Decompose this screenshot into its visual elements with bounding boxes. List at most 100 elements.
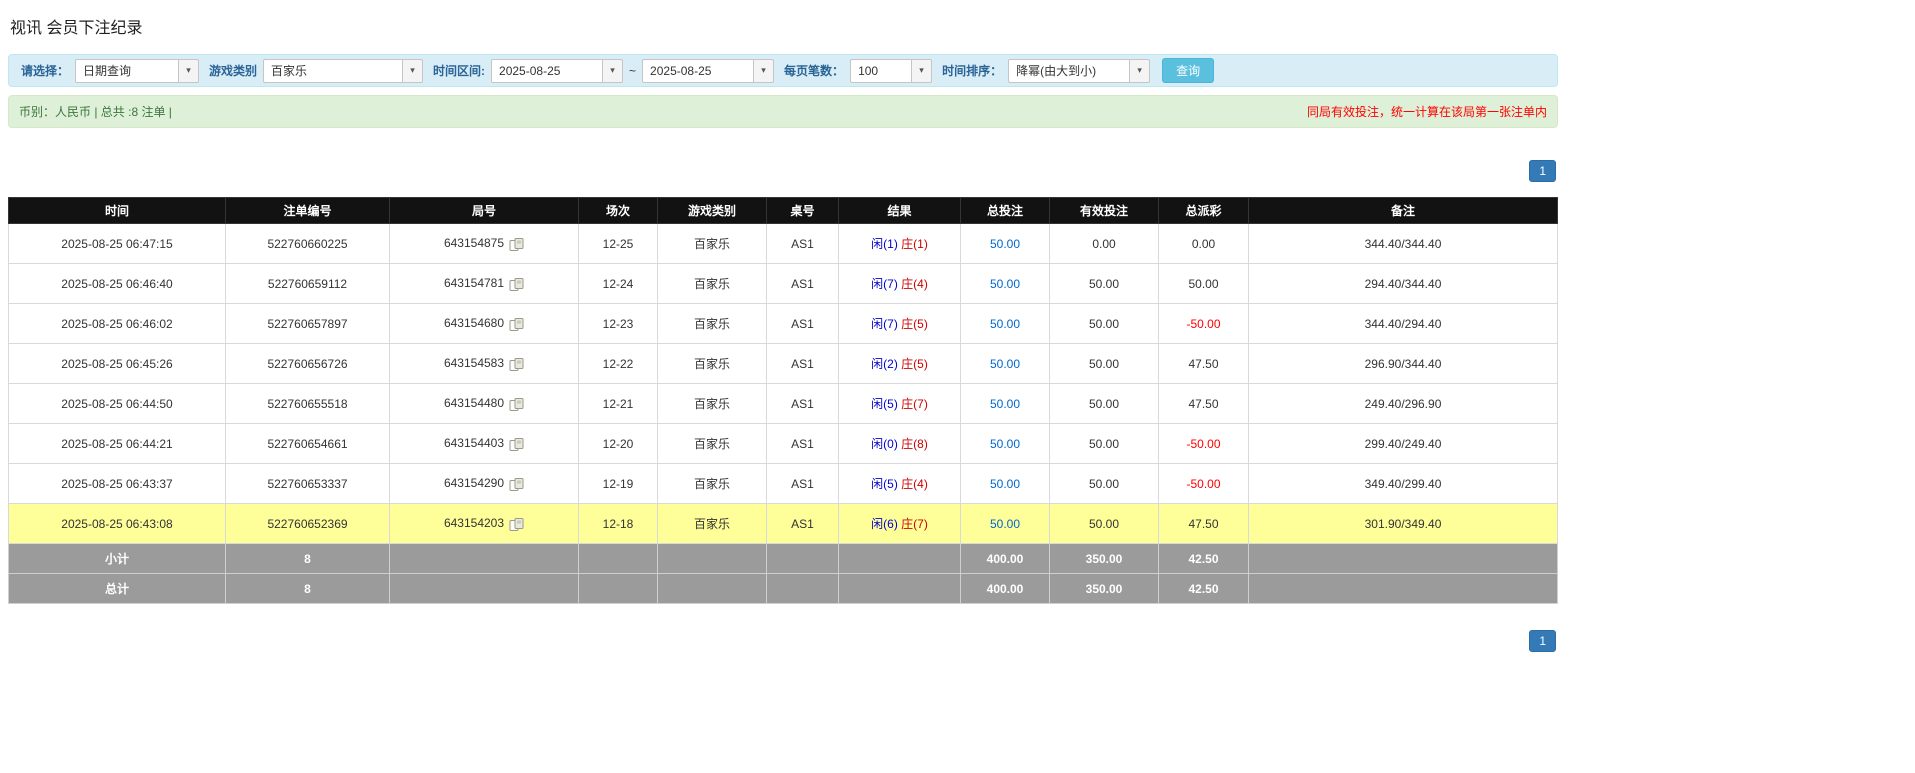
- table-row: 2025-08-25 06:44:50522760655518643154480…: [9, 384, 1558, 424]
- round-detail-cards-icon[interactable]: [509, 478, 524, 491]
- date-type-select[interactable]: ▾: [75, 59, 199, 83]
- search-button[interactable]: 查询: [1162, 58, 1214, 83]
- total-bet-cell: 50.00: [961, 344, 1050, 384]
- subtotal-payout: 42.50: [1159, 544, 1249, 574]
- valid-bet-cell: 50.00: [1050, 424, 1159, 464]
- result-player: 闲(6): [871, 517, 898, 531]
- round-detail-cards-icon[interactable]: [509, 518, 524, 531]
- header-result: 结果: [839, 198, 961, 224]
- bet-id-cell: 522760656726: [226, 344, 390, 384]
- dropdown-arrow-button[interactable]: ▾: [754, 59, 774, 83]
- result-cell: 闲(5) 庄(7): [839, 384, 961, 424]
- chevron-down-icon: ▾: [186, 65, 191, 76]
- payout-cell: -50.00: [1159, 424, 1249, 464]
- game-type-input[interactable]: [263, 59, 403, 83]
- total-count: 8: [226, 574, 390, 604]
- dropdown-arrow-button[interactable]: ▾: [1130, 59, 1150, 83]
- bet-records-table: 时间 注单编号 局号 场次 游戏类别 桌号 结果 总投注 有效投注 总派彩 备注…: [8, 197, 1558, 604]
- round-detail-cards-icon[interactable]: [509, 278, 524, 291]
- round-detail-cards-icon[interactable]: [509, 398, 524, 411]
- chevron-down-icon: ▾: [761, 65, 766, 76]
- table-no-cell: AS1: [767, 344, 839, 384]
- game-type-select[interactable]: ▾: [263, 59, 423, 83]
- bet-id-cell: 522760660225: [226, 224, 390, 264]
- total-bet-link[interactable]: 50.00: [990, 477, 1020, 491]
- round-id-value: 643154203: [444, 516, 504, 530]
- total-bet-cell: 50.00: [961, 464, 1050, 504]
- dropdown-arrow-button[interactable]: ▾: [179, 59, 199, 83]
- chevron-down-icon: ▾: [1137, 65, 1142, 76]
- table-no-cell: AS1: [767, 464, 839, 504]
- total-bet-link[interactable]: 50.00: [990, 317, 1020, 331]
- chevron-down-icon: ▾: [410, 65, 415, 76]
- round-id-value: 643154480: [444, 396, 504, 410]
- time-range-label: 时间区间:: [433, 62, 485, 79]
- dropdown-arrow-button[interactable]: ▾: [912, 59, 932, 83]
- sort-order-select[interactable]: ▾: [1008, 59, 1150, 83]
- page-size-select[interactable]: ▾: [850, 59, 932, 83]
- total-bet-cell: 50.00: [961, 504, 1050, 544]
- sort-order-input[interactable]: [1008, 59, 1130, 83]
- total-payout: 42.50: [1159, 574, 1249, 604]
- page-size-label: 每页笔数：: [784, 62, 844, 79]
- dropdown-arrow-button[interactable]: ▾: [603, 59, 623, 83]
- time-cell: 2025-08-25 06:47:15: [9, 224, 226, 264]
- empty-cell: [1249, 574, 1558, 604]
- total-bet-link[interactable]: 50.00: [990, 357, 1020, 371]
- valid-bet-notice-text: 同局有效投注，统一计算在该局第一张注单内: [1307, 103, 1547, 120]
- page-size-input[interactable]: [850, 59, 912, 83]
- filter-bar: 请选择： ▾ 游戏类别 ▾ 时间区间: ▾ ~ ▾ 每页笔数： ▾ 时间排序： …: [8, 54, 1558, 87]
- payout-cell: 47.50: [1159, 504, 1249, 544]
- date-to-input[interactable]: [642, 59, 754, 83]
- header-bet-id: 注单编号: [226, 198, 390, 224]
- dropdown-arrow-button[interactable]: ▾: [403, 59, 423, 83]
- result-banker: 庄(4): [901, 477, 928, 491]
- round-detail-cards-icon[interactable]: [509, 318, 524, 331]
- game-type-label: 游戏类别: [209, 62, 257, 79]
- note-cell: 349.40/299.40: [1249, 464, 1558, 504]
- bet-id-cell: 522760654661: [226, 424, 390, 464]
- round-id-cell: 643154403: [390, 424, 579, 464]
- table-row: 2025-08-25 06:43:37522760653337643154290…: [9, 464, 1558, 504]
- page-1-button[interactable]: 1: [1529, 630, 1556, 652]
- bet-id-cell: 522760657897: [226, 304, 390, 344]
- result-player: 闲(7): [871, 277, 898, 291]
- round-detail-cards-icon[interactable]: [509, 438, 524, 451]
- valid-bet-cell: 50.00: [1050, 344, 1159, 384]
- summary-bar: 币别：人民币 | 总共 :8 注单 | 同局有效投注，统一计算在该局第一张注单内: [8, 95, 1558, 128]
- total-bet-cell: 50.00: [961, 264, 1050, 304]
- game-type-cell: 百家乐: [658, 504, 767, 544]
- date-from-input[interactable]: [491, 59, 603, 83]
- date-type-input[interactable]: [75, 59, 179, 83]
- table-row: 2025-08-25 06:44:21522760654661643154403…: [9, 424, 1558, 464]
- time-cell: 2025-08-25 06:43:08: [9, 504, 226, 544]
- round-id-cell: 643154583: [390, 344, 579, 384]
- subtotal-row: 小计 8 400.00 350.00 42.50: [9, 544, 1558, 574]
- empty-cell: [390, 544, 579, 574]
- round-detail-cards-icon[interactable]: [509, 238, 524, 251]
- header-game-type: 游戏类别: [658, 198, 767, 224]
- subtotal-total-bet: 400.00: [961, 544, 1050, 574]
- subtotal-valid-bet: 350.00: [1050, 544, 1159, 574]
- date-from-picker[interactable]: ▾: [491, 59, 623, 83]
- total-bet-link[interactable]: 50.00: [990, 397, 1020, 411]
- round-detail-cards-icon[interactable]: [509, 358, 524, 371]
- bet-id-cell: 522760653337: [226, 464, 390, 504]
- total-valid-bet: 350.00: [1050, 574, 1159, 604]
- total-bet-link[interactable]: 50.00: [990, 277, 1020, 291]
- page-1-button[interactable]: 1: [1529, 160, 1556, 182]
- table-no-cell: AS1: [767, 384, 839, 424]
- table-row: 2025-08-25 06:47:15522760660225643154875…: [9, 224, 1558, 264]
- result-banker: 庄(1): [901, 237, 928, 251]
- total-bet-link[interactable]: 50.00: [990, 517, 1020, 531]
- round-id-cell: 643154290: [390, 464, 579, 504]
- session-cell: 12-24: [579, 264, 658, 304]
- header-time: 时间: [9, 198, 226, 224]
- total-bet-link[interactable]: 50.00: [990, 437, 1020, 451]
- valid-bet-cell: 50.00: [1050, 464, 1159, 504]
- round-id-cell: 643154203: [390, 504, 579, 544]
- valid-bet-cell: 0.00: [1050, 224, 1159, 264]
- total-bet-link[interactable]: 50.00: [990, 237, 1020, 251]
- table-row: 2025-08-25 06:46:40522760659112643154781…: [9, 264, 1558, 304]
- date-to-picker[interactable]: ▾: [642, 59, 774, 83]
